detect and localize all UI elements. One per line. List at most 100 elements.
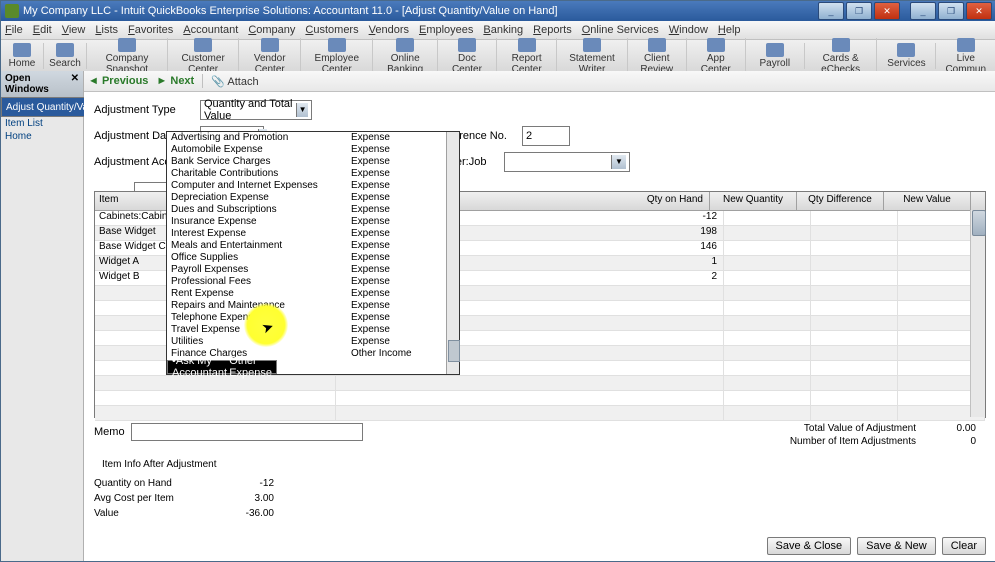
- minimize-button[interactable]: _: [910, 2, 936, 20]
- item-info-title: Item Info After Adjustment: [102, 459, 986, 470]
- tb-home[interactable]: Home: [1, 43, 44, 69]
- account-option[interactable]: Bank Service ChargesExpense: [167, 156, 459, 168]
- col-qty-difference[interactable]: Qty Difference: [797, 192, 884, 210]
- minimize-inner-button[interactable]: _: [818, 2, 844, 20]
- qty-on-hand-value: -12: [214, 478, 274, 489]
- account-option[interactable]: Computer and Internet ExpensesExpense: [167, 180, 459, 192]
- main-toolbar: HomeSearchCompany SnapshotCustomer Cente…: [1, 40, 995, 73]
- num-adj: 0: [936, 436, 976, 447]
- scrollbar-thumb[interactable]: [448, 340, 460, 362]
- adjust-qty-form: ◄ Previous ► Next 📎 Attach Adjustment Ty…: [84, 71, 995, 561]
- account-option[interactable]: UtilitiesExpense: [167, 336, 459, 348]
- account-option[interactable]: Telephone ExpenseExpense: [167, 312, 459, 324]
- memo-label: Memo: [94, 426, 125, 438]
- num-adj-label: Number of Item Adjustments: [756, 436, 916, 447]
- value-label: Value: [94, 508, 214, 519]
- menu-help[interactable]: Help: [718, 24, 741, 36]
- tb-app-center[interactable]: App Center: [687, 38, 746, 75]
- menu-vendors[interactable]: Vendors: [369, 24, 409, 36]
- app-window: My Company LLC - Intuit QuickBooks Enter…: [0, 0, 995, 562]
- tb-cards-echecks[interactable]: Cards & eChecks: [805, 38, 878, 75]
- record-nav-bar: ◄ Previous ► Next 📎 Attach: [84, 71, 995, 92]
- menu-edit[interactable]: Edit: [33, 24, 52, 36]
- customer-job-select[interactable]: ▼: [504, 152, 630, 172]
- chevron-down-icon: ▼: [296, 103, 308, 117]
- ref-no-input[interactable]: [522, 126, 570, 146]
- menu-employees[interactable]: Employees: [419, 24, 473, 36]
- attach-button[interactable]: 📎 Attach: [211, 75, 258, 88]
- account-option[interactable]: Travel ExpenseExpense: [167, 324, 459, 336]
- account-option[interactable]: Professional FeesExpense: [167, 276, 459, 288]
- tb-report-center[interactable]: Report Center: [497, 38, 557, 75]
- menu-company[interactable]: Company: [248, 24, 295, 36]
- menu-accountant[interactable]: Accountant: [183, 24, 238, 36]
- prev-record-button[interactable]: ◄ Previous: [88, 75, 148, 87]
- scrollbar-thumb[interactable]: [972, 210, 986, 236]
- account-option[interactable]: Automobile ExpenseExpense: [167, 144, 459, 156]
- open-windows-panel: Open Windows ✕ Adjust Quantity/Val...Ite…: [1, 71, 84, 561]
- tb-payroll[interactable]: Payroll: [746, 43, 805, 69]
- save-new-button[interactable]: Save & New: [857, 537, 936, 555]
- account-option[interactable]: Payroll ExpensesExpense: [167, 264, 459, 276]
- maximize-button[interactable]: ❐: [938, 2, 964, 20]
- col-new-value[interactable]: New Value: [884, 192, 971, 210]
- tb-search[interactable]: Search: [44, 43, 87, 69]
- tb-statement-writer[interactable]: Statement Writer: [557, 38, 627, 75]
- account-option[interactable]: Advertising and PromotionExpense: [167, 132, 459, 144]
- account-option[interactable]: Repairs and MaintenanceExpense: [167, 300, 459, 312]
- menu-window[interactable]: Window: [669, 24, 708, 36]
- app-icon: [5, 4, 19, 18]
- menu-file[interactable]: File: [5, 24, 23, 36]
- open-window-item[interactable]: Home: [1, 130, 83, 143]
- menu-favorites[interactable]: Favorites: [128, 24, 173, 36]
- tb-live-commun[interactable]: Live Commun: [936, 38, 995, 75]
- tb-employee-center[interactable]: Employee Center: [301, 38, 373, 75]
- menu-banking[interactable]: Banking: [483, 24, 523, 36]
- memo-input[interactable]: [131, 423, 363, 441]
- col-qty-on-hand[interactable]: Qty on Hand: [625, 192, 710, 210]
- panel-close-icon[interactable]: ✕: [71, 73, 79, 95]
- dropdown-scrollbar[interactable]: [446, 132, 459, 374]
- close-button[interactable]: ✕: [966, 2, 992, 20]
- save-close-button[interactable]: Save & Close: [767, 537, 852, 555]
- adj-type-label: Adjustment Type: [94, 104, 194, 116]
- open-window-item[interactable]: Item List: [1, 117, 83, 130]
- account-option[interactable]: Insurance ExpenseExpense: [167, 216, 459, 228]
- account-dropdown-list[interactable]: Advertising and PromotionExpenseAutomobi…: [166, 131, 460, 375]
- grid-row[interactable]: [95, 391, 985, 406]
- qty-on-hand-label: Quantity on Hand: [94, 478, 214, 489]
- adj-type-select[interactable]: Quantity and Total Value▼: [200, 100, 312, 120]
- maximize-inner-button[interactable]: ❐: [846, 2, 872, 20]
- account-option[interactable]: Rent ExpenseExpense: [167, 288, 459, 300]
- close-inner-button[interactable]: ✕: [874, 2, 900, 20]
- menu-view[interactable]: View: [62, 24, 86, 36]
- account-option[interactable]: •Ask My AccountantOther Expense: [167, 360, 277, 374]
- account-option[interactable]: Charitable ContributionsExpense: [167, 168, 459, 180]
- account-option[interactable]: Interest ExpenseExpense: [167, 228, 459, 240]
- menu-reports[interactable]: Reports: [533, 24, 572, 36]
- col-new-quantity[interactable]: New Quantity: [710, 192, 797, 210]
- menu-online-services[interactable]: Online Services: [582, 24, 659, 36]
- grid-scrollbar[interactable]: [970, 210, 985, 417]
- next-record-button[interactable]: ► Next: [156, 75, 194, 87]
- account-option[interactable]: Depreciation ExpenseExpense: [167, 192, 459, 204]
- chevron-down-icon: ▼: [611, 155, 626, 169]
- clear-button[interactable]: Clear: [942, 537, 986, 555]
- total-value-label: Total Value of Adjustment: [756, 423, 916, 434]
- tb-services[interactable]: Services: [877, 43, 936, 69]
- menu-customers[interactable]: Customers: [305, 24, 358, 36]
- account-option[interactable]: Dues and SubscriptionsExpense: [167, 204, 459, 216]
- grid-row[interactable]: [95, 406, 985, 421]
- menu-lists[interactable]: Lists: [95, 24, 118, 36]
- tb-customer-center[interactable]: Customer Center: [168, 38, 239, 75]
- avg-cost-label: Avg Cost per Item: [94, 493, 214, 504]
- account-option[interactable]: Office SuppliesExpense: [167, 252, 459, 264]
- tb-client-review[interactable]: Client Review: [628, 38, 687, 75]
- account-option[interactable]: Meals and EntertainmentExpense: [167, 240, 459, 252]
- window-title: My Company LLC - Intuit QuickBooks Enter…: [23, 5, 818, 17]
- tb-company-snapshot[interactable]: Company Snapshot: [87, 38, 168, 75]
- tb-vendor-center[interactable]: Vendor Center: [239, 38, 301, 75]
- tb-online-banking[interactable]: Online Banking: [373, 38, 438, 75]
- tb-doc-center[interactable]: Doc Center: [438, 38, 497, 75]
- avg-cost-value: 3.00: [214, 493, 274, 504]
